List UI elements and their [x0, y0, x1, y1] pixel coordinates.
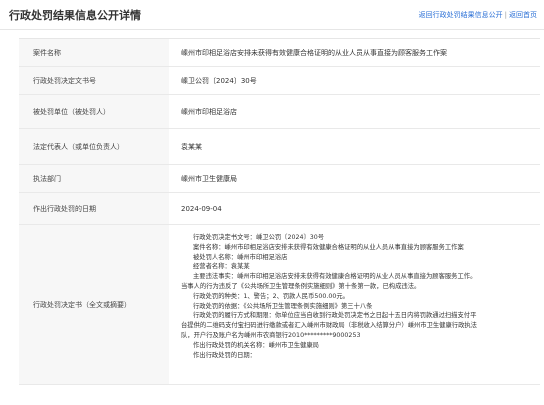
- decision-line: 台提供的二维码支付宝扫码进行缴款或者汇入嵊州市财政局（非税收入结算分户）嵊州市卫…: [181, 322, 477, 330]
- penalty-date-label: 作出行政处罚的日期: [19, 193, 169, 224]
- penalty-date-value: 2024-09-04: [181, 204, 222, 213]
- decision-line: 作出行政处罚的机关名称：嵊州市卫生健康局: [193, 341, 319, 349]
- decision-line: 经营者名称：袁某某: [193, 263, 250, 271]
- decision-document-value: 行政处罚决定书文号：嵊卫公罚〔2024〕30号 案件名称：嵊州市印相足浴店安排未…: [169, 225, 540, 384]
- penalized-party-label: 被处罚单位（被处罚人）: [19, 95, 169, 128]
- back-to-list-link[interactable]: 返回行政处罚结果信息公开: [419, 11, 503, 19]
- decision-line: 行政处罚决定书文号：嵊卫公罚〔2024〕30号: [193, 234, 325, 241]
- decision-line: 行政处罚的履行方式和期限：你单位应当自收到行政处罚决定书之日起十五日内将罚款通过…: [193, 312, 477, 320]
- decision-line: 主要违法事实：嵊州市印相足浴店安排未获得有效健康合格证明的从业人员从事直接为顾客…: [193, 273, 477, 281]
- enforcement-department-label: 执法部门: [19, 165, 169, 192]
- decision-line: 被处罚人名称：嵊州市印相足浴店: [193, 253, 288, 261]
- page-title: 行政处罚结果信息公开详情: [9, 9, 141, 22]
- decision-line: 行政处罚的种类：1、警告；2、罚款人民币500.00元。: [193, 292, 349, 300]
- table-row: 被处罚单位（被处罚人） 嵊州市印相足浴店: [19, 95, 540, 129]
- table-row: 执法部门 嵊州市卫生健康局: [19, 165, 540, 193]
- table-row: 法定代表人（或单位负责人） 袁某某: [19, 129, 540, 165]
- decision-text: 行政处罚决定书文号：嵊卫公罚〔2024〕30号 案件名称：嵊州市印相足浴店安排未…: [181, 233, 532, 360]
- document-number-label: 行政处罚决定文书号: [19, 67, 169, 94]
- table-row: 行政处罚决定书（全文或摘要） 行政处罚决定书文号：嵊卫公罚〔2024〕30号 案…: [19, 225, 540, 385]
- decision-line: 行政处罚的依据：《公共场所卫生管理条例实施细则》第三十八条: [193, 302, 373, 310]
- document-number-value: 嵊卫公罚〔2024〕30号: [181, 76, 257, 85]
- decision-line: 当事人的行为违反了《公共场所卫生管理条例实施细则》第十条第一款，已构成违法。: [181, 282, 421, 290]
- decision-line: 作出行政处罚的日期：: [193, 351, 256, 359]
- decision-line: 案件名称：嵊州市印相足浴店安排未获得有效健康合格证明的从业人员从事直接为顾客服务…: [193, 243, 464, 251]
- table-row: 案件名称 嵊州市印相足浴店安排未获得有效健康合格证明的从业人员从事直接为顾客服务…: [19, 39, 540, 67]
- page-header: 行政处罚结果信息公开详情 返回行政处罚结果信息公开 | 返回首页: [0, 0, 544, 30]
- legal-representative-label: 法定代表人（或单位负责人）: [19, 129, 169, 164]
- table-row: 作出行政处罚的日期 2024-09-04: [19, 193, 540, 225]
- decision-document-label: 行政处罚决定书（全文或摘要）: [19, 225, 169, 384]
- penalized-party-value: 嵊州市印相足浴店: [181, 107, 237, 116]
- case-name-value: 嵊州市印相足浴店安排未获得有效健康合格证明的从业人员从事直接为顾客服务工作案: [181, 48, 447, 57]
- table-row: 行政处罚决定文书号 嵊卫公罚〔2024〕30号: [19, 67, 540, 95]
- breadcrumb: 返回行政处罚结果信息公开 | 返回首页: [418, 11, 537, 19]
- case-name-label: 案件名称: [19, 39, 169, 66]
- enforcement-department-value: 嵊州市卫生健康局: [181, 174, 237, 183]
- home-link[interactable]: 返回首页: [509, 11, 537, 19]
- legal-representative-value: 袁某某: [181, 142, 202, 151]
- detail-table: 案件名称 嵊州市印相足浴店安排未获得有效健康合格证明的从业人员从事直接为顾客服务…: [19, 38, 540, 385]
- decision-line: 队，开户行及账户名为嵊州市农商银行2010*********9000253: [181, 331, 361, 339]
